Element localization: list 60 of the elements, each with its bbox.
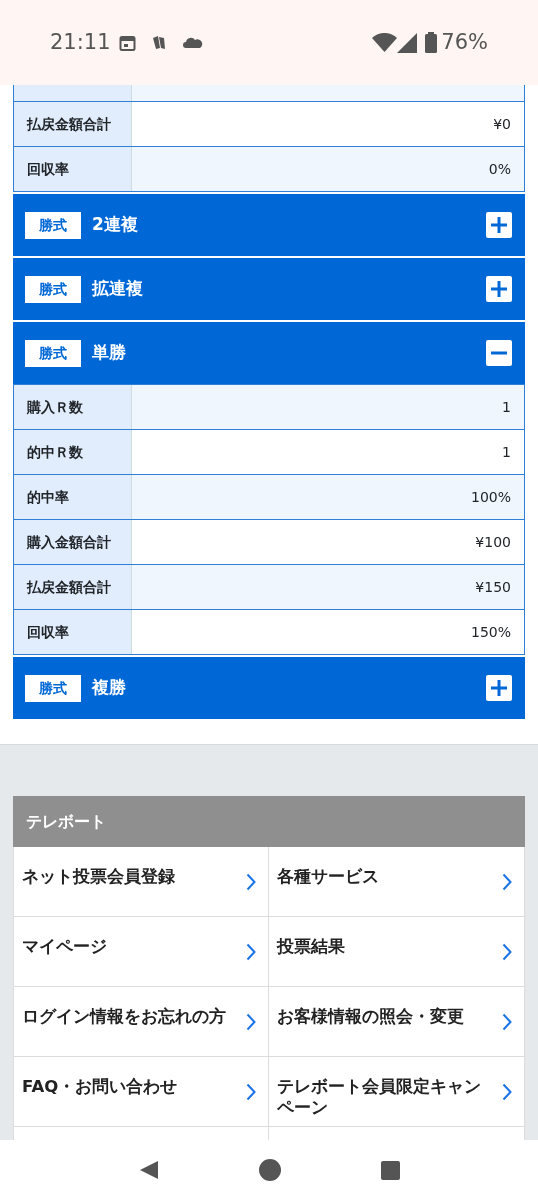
row-label: 回収率: [14, 147, 132, 191]
cards-icon: [151, 35, 167, 50]
menu-link[interactable]: お客様情報の照会・変更: [268, 987, 525, 1057]
home-icon[interactable]: [258, 1159, 281, 1181]
accordion-header[interactable]: 勝式 単勝: [13, 322, 525, 384]
bet-tag: 勝式: [25, 674, 81, 702]
bet-tag: 勝式: [25, 211, 81, 239]
signal-icon: [397, 32, 418, 53]
row-label: 的中Ｒ数: [14, 430, 132, 474]
row-value: 1: [132, 385, 524, 429]
menu-link[interactable]: 投票結果: [268, 917, 525, 987]
cloud-icon: [182, 36, 203, 49]
back-icon[interactable]: [138, 1160, 159, 1180]
wifi-icon: [372, 32, 398, 53]
chevron-right-icon: [246, 1012, 256, 1031]
menu-link-label: テレボート会員限定キャンペーン: [277, 1076, 482, 1119]
row-label: 的中率: [14, 475, 132, 519]
accordion-header[interactable]: 勝式 2連複: [13, 194, 525, 256]
chevron-right-icon: [502, 1082, 512, 1101]
chevron-right-icon: [246, 942, 256, 961]
battery-percentage: 76%: [441, 28, 488, 56]
menu-link[interactable]: マイページ: [13, 917, 268, 987]
chevron-right-icon: [502, 1012, 512, 1031]
chevron-right-icon: [246, 1082, 256, 1101]
menu-header: テレボート: [13, 796, 525, 847]
plus-icon[interactable]: [486, 212, 512, 238]
row-label: 払戻金額合計: [14, 102, 132, 146]
bet-tag: 勝式: [25, 275, 81, 303]
menu-link-label: ネット投票会員登録: [22, 866, 176, 888]
battery-icon: [425, 32, 438, 53]
menu-link-label: お客様情報の照会・変更: [277, 1006, 465, 1028]
plus-icon[interactable]: [486, 675, 512, 701]
accordion-header[interactable]: 勝式 拡連複: [13, 258, 525, 320]
chevron-right-icon: [246, 872, 256, 891]
clock-time: 21:11: [50, 28, 111, 56]
plus-icon[interactable]: [486, 276, 512, 302]
row-value: 100%: [132, 475, 524, 519]
chevron-right-icon: [502, 942, 512, 961]
menu-link-label: 投票結果: [277, 936, 346, 958]
row-label: 購入Ｒ数: [14, 385, 132, 429]
menu-link-label: 各種サービス: [277, 866, 380, 888]
menu-link[interactable]: 各種サービス: [268, 847, 525, 917]
row-value: 0%: [132, 147, 524, 191]
menu-link-label: FAQ・お問い合わせ: [22, 1076, 179, 1098]
menu-link[interactable]: テレボート会員限定キャンペーン: [268, 1057, 525, 1127]
minus-icon[interactable]: [486, 340, 512, 366]
menu-link[interactable]: ログイン情報をお忘れの方: [13, 987, 268, 1057]
menu-link[interactable]: ネット投票会員登録: [13, 847, 268, 917]
row-label: 回収率: [14, 610, 132, 654]
bet-tag: 勝式: [25, 339, 81, 367]
recents-icon[interactable]: [380, 1160, 400, 1180]
calendar-icon: [118, 33, 136, 52]
menu-link-label: マイページ: [22, 936, 108, 958]
chevron-right-icon: [502, 872, 512, 891]
menu-link[interactable]: FAQ・お問い合わせ: [13, 1057, 268, 1127]
row-value: ¥150: [132, 565, 524, 609]
menu-link-label: ログイン情報をお忘れの方: [22, 1006, 227, 1028]
row-label: 購入金額合計: [14, 520, 132, 564]
row-label: 払戻金額合計: [14, 565, 132, 609]
accordion-header[interactable]: 勝式 複勝: [13, 657, 525, 719]
